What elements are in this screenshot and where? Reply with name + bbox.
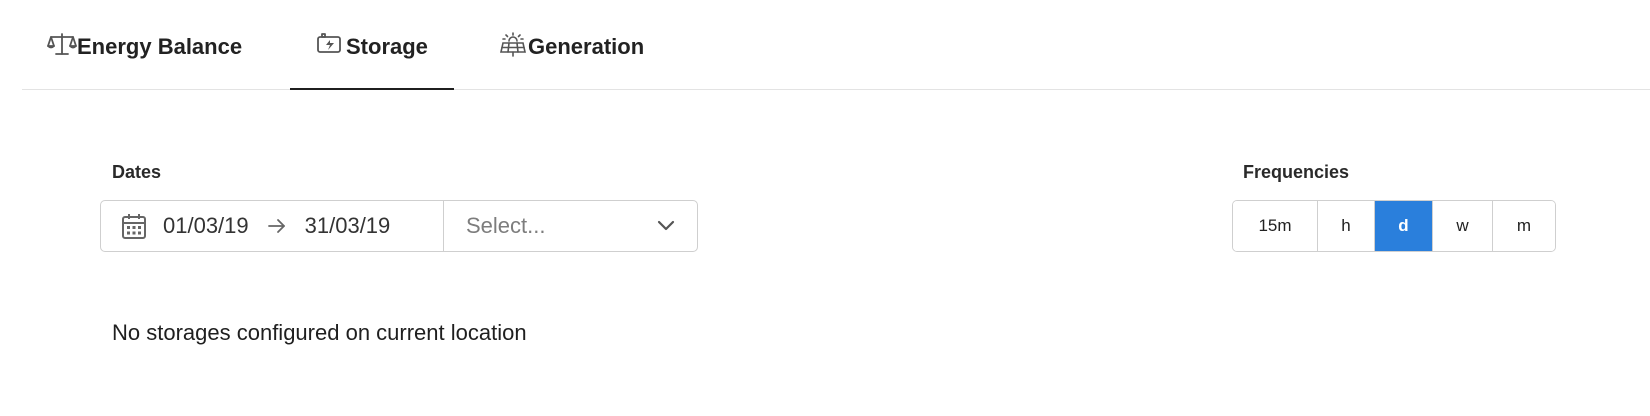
freq-button-15m[interactable]: 15m: [1233, 201, 1318, 251]
battery-icon: [317, 33, 341, 53]
tab-energy-balance[interactable]: Energy Balance: [47, 33, 243, 90]
arrow-right-icon: [267, 219, 285, 233]
end-date[interactable]: 31/03/19: [305, 213, 391, 239]
solar-panel-icon: [500, 32, 526, 57]
balance-scale-icon: [47, 33, 77, 55]
date-preset-select[interactable]: Select...: [444, 201, 697, 251]
tab-label: Energy Balance: [77, 34, 243, 59]
tab-label: Storage: [346, 34, 428, 59]
frequencies-label: Frequencies: [1243, 162, 1350, 182]
chevron-down-icon: [657, 220, 675, 231]
tab-label: Generation: [528, 34, 645, 59]
freq-button-h[interactable]: h: [1318, 201, 1375, 251]
start-date[interactable]: 01/03/19: [163, 213, 249, 239]
select-placeholder: Select...: [466, 213, 546, 238]
freq-button-d[interactable]: d: [1375, 201, 1433, 251]
tab-bar: Energy Balance Storage Generation: [22, 0, 1650, 90]
date-range-picker: 01/03/19 31/03/19 Select...: [100, 200, 698, 252]
freq-button-m[interactable]: m: [1493, 201, 1555, 251]
date-range-input[interactable]: 01/03/19 31/03/19: [101, 201, 444, 251]
freq-button-w[interactable]: w: [1433, 201, 1493, 251]
frequency-selector: 15m h d w m: [1232, 200, 1556, 252]
tab-generation[interactable]: Generation: [498, 32, 645, 90]
calendar-icon: [122, 214, 146, 239]
dates-label: Dates: [112, 162, 162, 182]
empty-state-message: No storages configured on current locati…: [112, 320, 527, 345]
tab-storage[interactable]: Storage: [290, 33, 454, 90]
